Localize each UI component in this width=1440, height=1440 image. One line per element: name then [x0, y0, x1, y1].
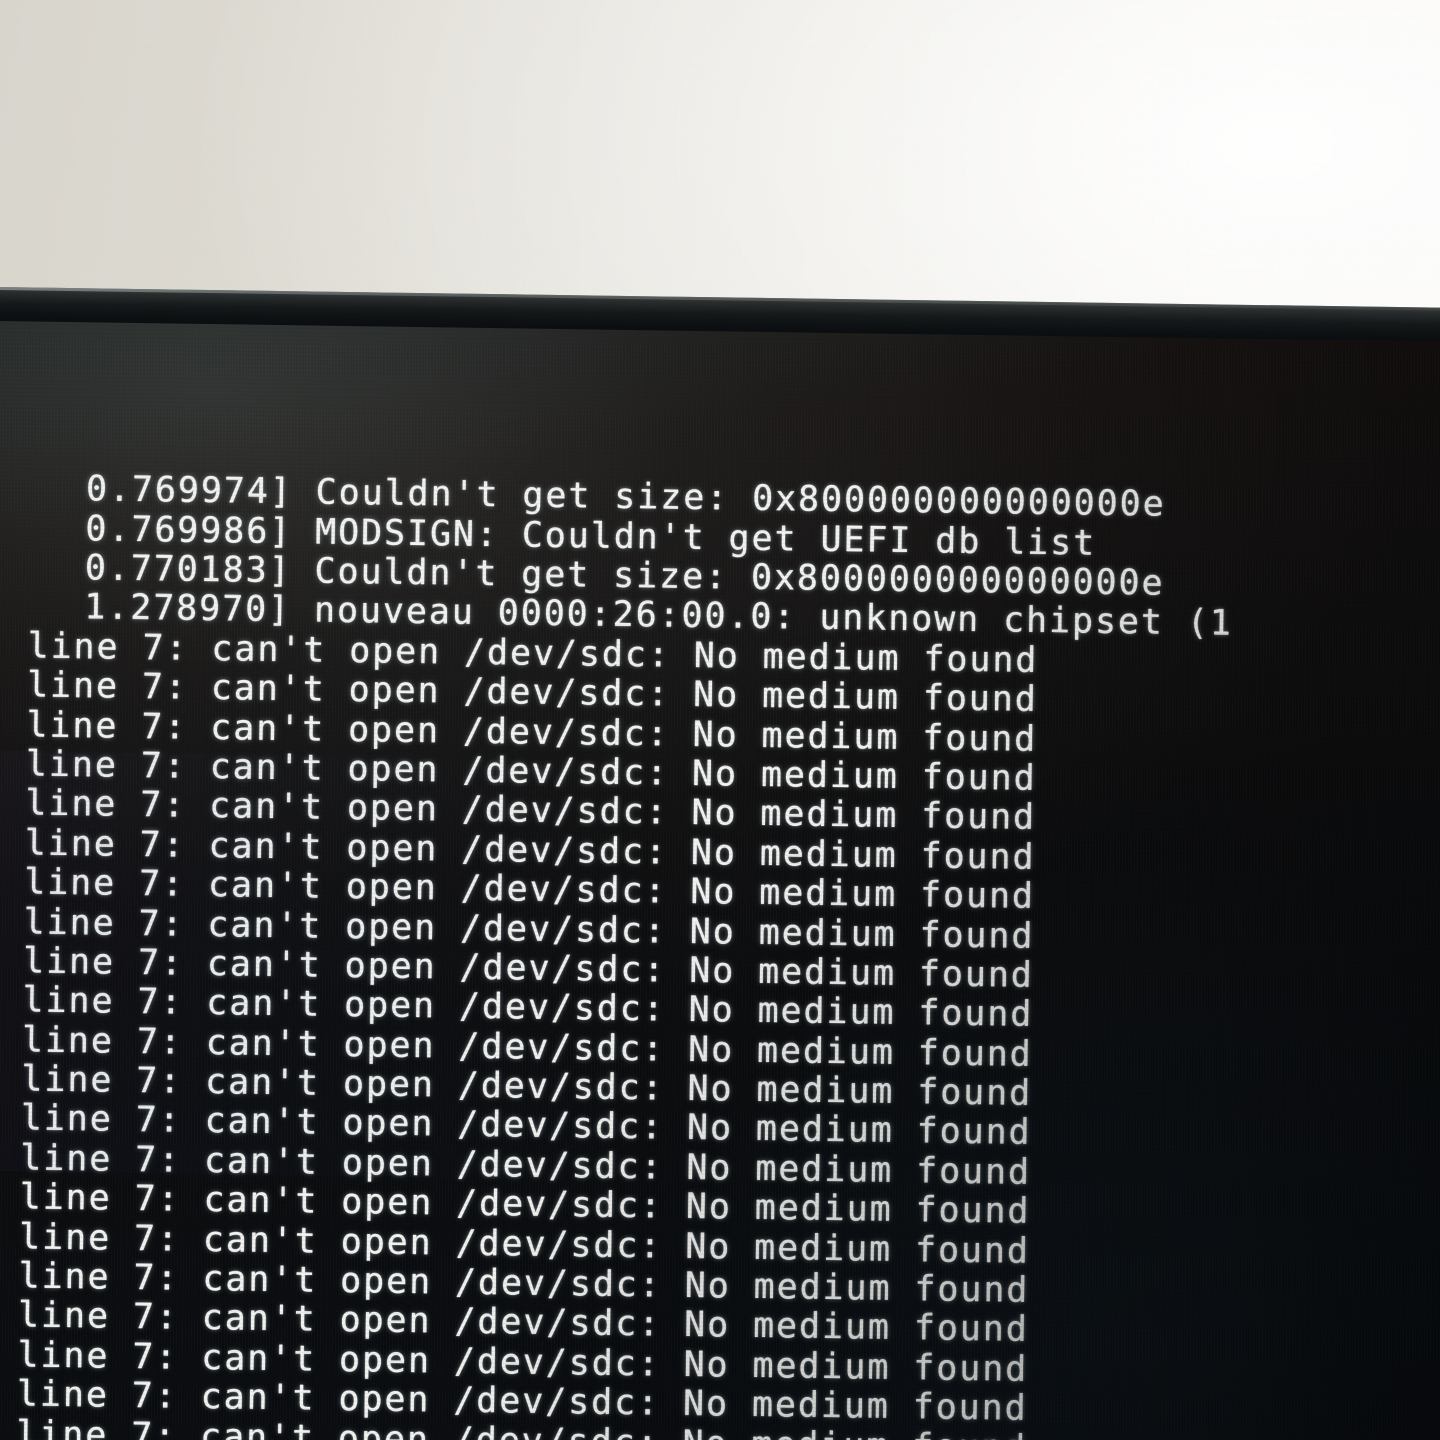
photo-scene: 0.769974] Couldn't get size: 0x800000000…: [0, 0, 1440, 1440]
monitor: 0.769974] Couldn't get size: 0x800000000…: [0, 286, 1440, 1440]
console-text-area[interactable]: 0.769974] Couldn't get size: 0x800000000…: [0, 320, 1440, 1440]
monitor-screen[interactable]: 0.769974] Couldn't get size: 0x800000000…: [0, 319, 1440, 1440]
